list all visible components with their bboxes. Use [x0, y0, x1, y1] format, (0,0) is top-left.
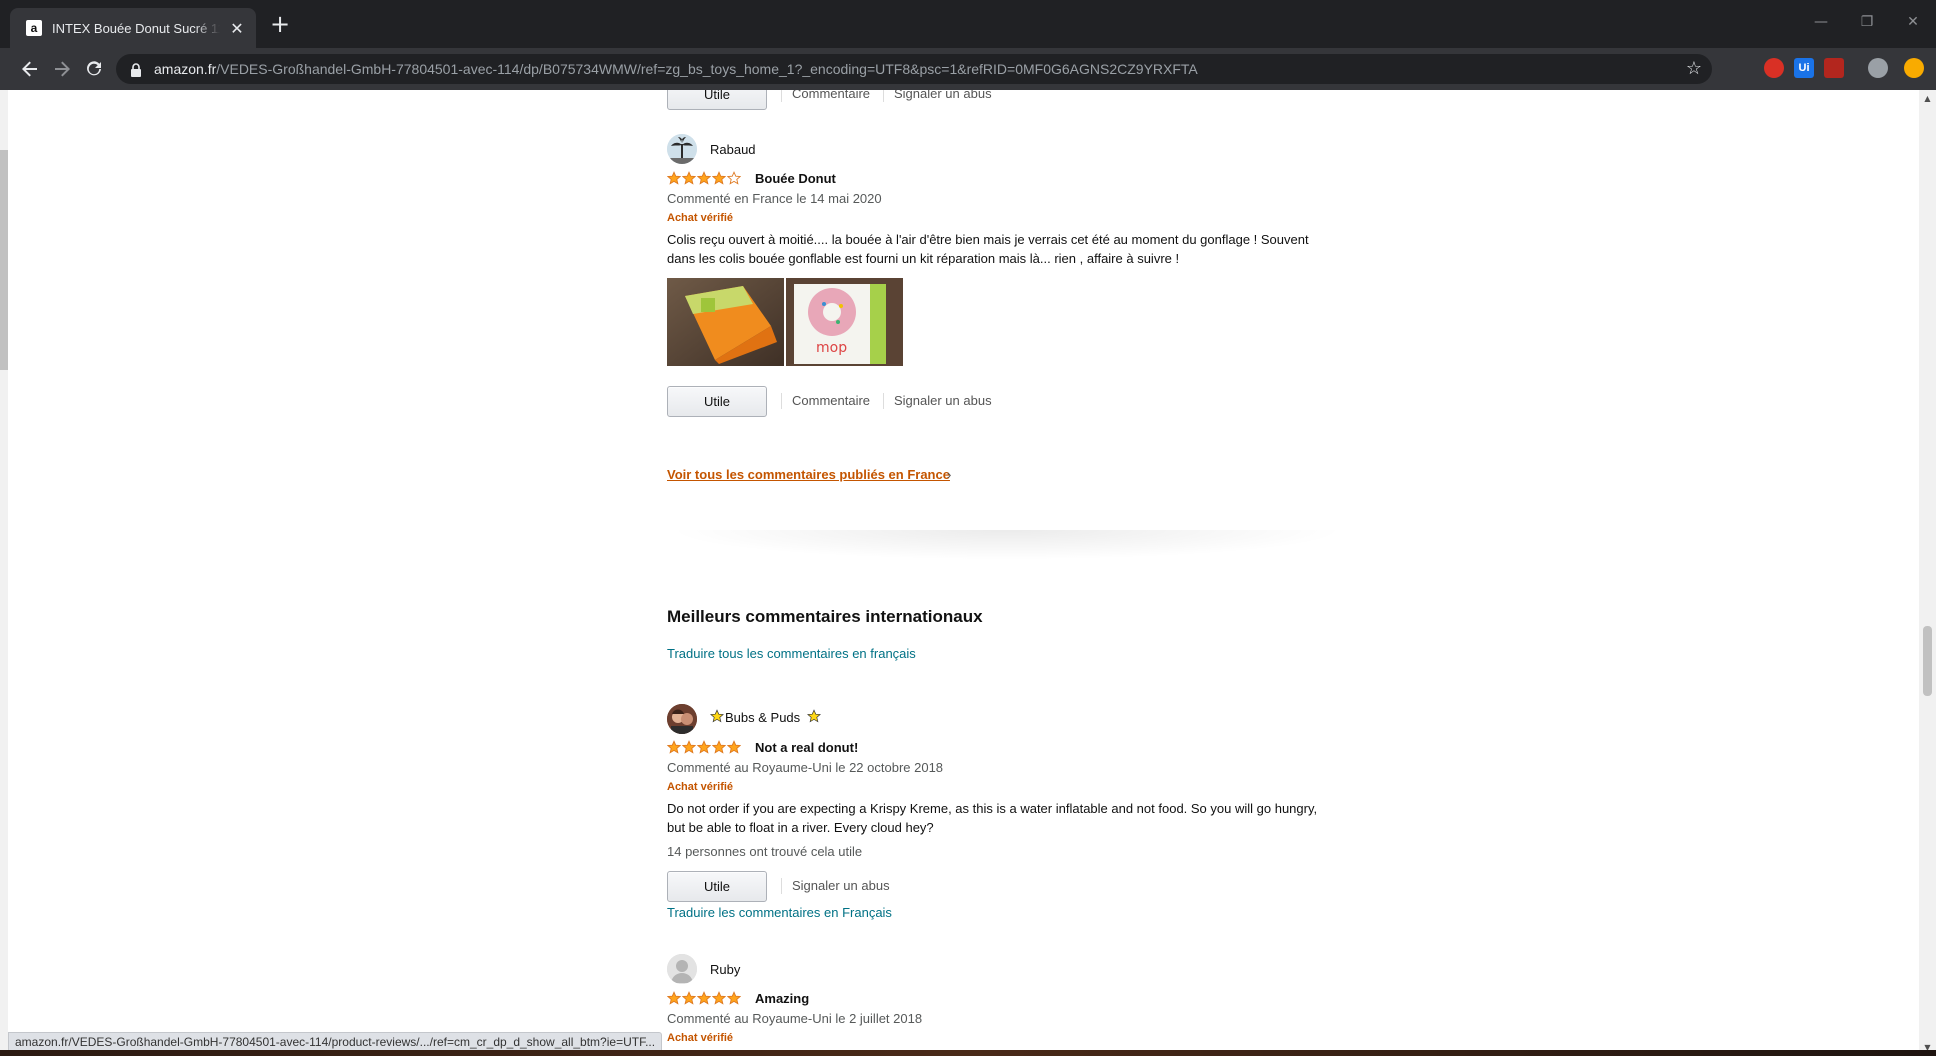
minimize-icon[interactable]: —: [1798, 0, 1844, 44]
extension-ui-icon[interactable]: Ui: [1794, 58, 1814, 78]
extension-red-icon[interactable]: [1764, 58, 1784, 78]
profile-avatar[interactable]: [1904, 58, 1924, 78]
page-viewport: Utile Commentaire Signaler un abus Rabau…: [0, 90, 1936, 1056]
star-filled-icon: [697, 991, 711, 1005]
browser-tab-strip: a INTEX Bouée Donut Sucré 114 cm ✕ + — ❐…: [0, 0, 1936, 48]
review-title[interactable]: Bouée Donut: [755, 171, 836, 186]
close-window-icon[interactable]: ✕: [1890, 0, 1936, 44]
left-panel-scrollbar[interactable]: [0, 90, 8, 1056]
review-title[interactable]: Amazing: [755, 991, 809, 1006]
star-filled-icon: [727, 740, 741, 754]
avatar[interactable]: [667, 134, 697, 164]
scrollbar-thumb[interactable]: [1923, 626, 1932, 696]
see-all-reviews-link[interactable]: Voir tous les commentaires publiés en Fr…: [667, 467, 950, 482]
star-badge-icon: [710, 709, 724, 728]
bookmark-star-icon[interactable]: ☆: [1686, 59, 1702, 79]
translate-all-link[interactable]: Traduire tous les commentaires en frança…: [667, 646, 916, 661]
report-abuse-link[interactable]: Signaler un abus: [883, 90, 992, 102]
tab-close-icon[interactable]: ✕: [228, 19, 246, 38]
review-body: Colis reçu ouvert à moitié.... la bouée …: [667, 232, 1309, 266]
star-badge-icon: [807, 709, 821, 728]
browser-tab-active[interactable]: a INTEX Bouée Donut Sucré 114 cm ✕: [10, 8, 256, 48]
new-tab-button[interactable]: +: [268, 12, 292, 36]
scroll-up-arrow-icon[interactable]: ▲: [1919, 90, 1936, 107]
review-date: Commenté au Royaume-Uni le 22 octobre 20…: [667, 760, 944, 775]
extension-pdf-icon[interactable]: [1824, 58, 1844, 78]
star-filled-icon: [697, 171, 711, 185]
star-filled-icon: [682, 991, 696, 1005]
section-divider: [667, 530, 1347, 560]
star-filled-icon: [667, 740, 681, 754]
verified-purchase-badge[interactable]: Achat vérifié: [667, 212, 733, 224]
reviewer-name[interactable]: Bubs & Puds: [725, 710, 800, 725]
review-title[interactable]: Not a real donut!: [755, 740, 858, 755]
star-filled-icon: [712, 740, 726, 754]
report-abuse-link[interactable]: Signaler un abus: [781, 878, 890, 894]
star-filled-icon: [682, 740, 696, 754]
section-title: Meilleurs commentaires internationaux: [667, 607, 983, 626]
star-filled-icon: [682, 171, 696, 185]
star-rating[interactable]: [667, 991, 742, 1005]
review-image-package[interactable]: [667, 278, 784, 366]
star-filled-icon: [712, 991, 726, 1005]
review-date: Commenté en France le 14 mai 2020: [667, 191, 882, 206]
amazon-favicon-icon: a: [26, 20, 42, 36]
star-filled-icon: [667, 991, 681, 1005]
star-filled-icon: [727, 991, 741, 1005]
star-rating[interactable]: [667, 171, 742, 185]
star-filled-icon: [697, 740, 711, 754]
helpful-button[interactable]: Utile: [667, 90, 767, 110]
star-filled-icon: [712, 171, 726, 185]
avatar[interactable]: [667, 954, 697, 984]
page-scrollbar[interactable]: ▲ ▼: [1919, 90, 1936, 1056]
helpful-button[interactable]: Utile: [667, 386, 767, 417]
chevron-right-icon: ›: [947, 467, 952, 482]
url-text: amazon.fr/VEDES-Großhandel-GmbH-77804501…: [154, 61, 1198, 77]
verified-purchase-badge[interactable]: Achat vérifié: [667, 781, 733, 793]
os-taskbar: [0, 1050, 1936, 1056]
comment-link[interactable]: Commentaire: [781, 90, 870, 102]
reload-icon[interactable]: [82, 57, 106, 81]
svg-text:mop: mop: [816, 340, 847, 356]
star-filled-icon: [667, 171, 681, 185]
review-date: Commenté au Royaume-Uni le 2 juillet 201…: [667, 1011, 923, 1026]
browser-toolbar: amazon.fr/VEDES-Großhandel-GmbH-77804501…: [0, 48, 1936, 90]
back-arrow-icon[interactable]: [18, 57, 42, 81]
comment-link[interactable]: Commentaire: [781, 393, 870, 409]
star-rating[interactable]: [667, 740, 742, 754]
address-bar[interactable]: amazon.fr/VEDES-Großhandel-GmbH-77804501…: [116, 54, 1712, 84]
extension-gear-icon[interactable]: [1868, 58, 1888, 78]
reviewer-name[interactable]: Ruby: [710, 962, 740, 977]
star-empty-icon: [727, 171, 741, 185]
translate-review-link[interactable]: Traduire les commentaires en Français: [667, 905, 892, 920]
window-controls: — ❐ ✕: [1798, 0, 1936, 44]
review-body: Do not order if you are expecting a Kris…: [667, 801, 1318, 835]
report-abuse-link[interactable]: Signaler un abus: [883, 393, 992, 409]
helpful-button[interactable]: Utile: [667, 871, 767, 902]
reviewer-name[interactable]: Rabaud: [710, 142, 756, 157]
verified-purchase-badge[interactable]: Achat vérifié: [667, 1032, 733, 1044]
forward-arrow-icon[interactable]: [50, 57, 74, 81]
helpful-count: 14 personnes ont trouvé cela utile: [667, 844, 863, 859]
restore-icon[interactable]: ❐: [1844, 0, 1890, 44]
link-status-bubble: amazon.fr/VEDES-Großhandel-GmbH-77804501…: [8, 1032, 663, 1052]
review-image-donut-box[interactable]: mop: [786, 278, 903, 366]
lock-icon[interactable]: [130, 62, 142, 77]
avatar[interactable]: [667, 704, 697, 734]
tab-title: INTEX Bouée Donut Sucré 114 cm: [52, 20, 220, 36]
